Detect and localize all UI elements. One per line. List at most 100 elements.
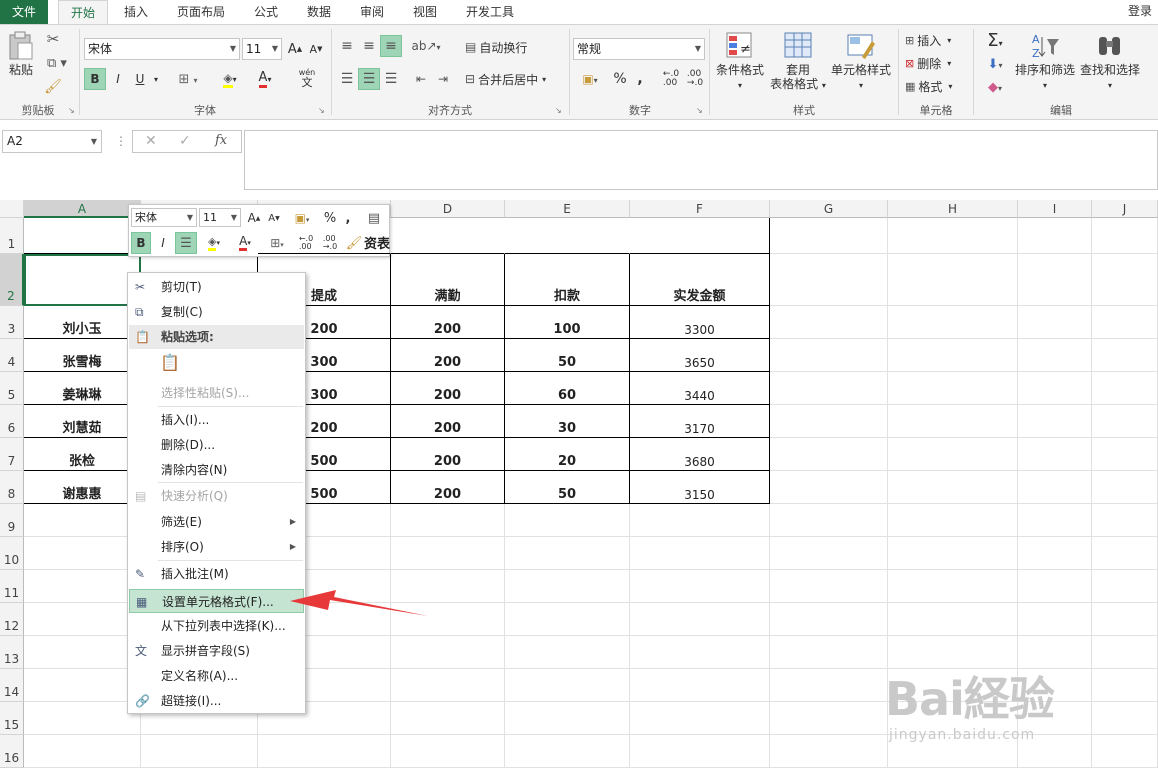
cell[interactable] xyxy=(888,372,1018,405)
row-header[interactable]: 10 xyxy=(0,537,24,570)
menu-item-cut[interactable]: ✂ 剪切(T) xyxy=(129,275,304,299)
cell[interactable] xyxy=(630,603,770,636)
header-cell[interactable]: 扣款 xyxy=(505,254,630,306)
cell[interactable] xyxy=(770,735,888,768)
menu-item-hyperlink[interactable]: 🔗 超链接(I)... xyxy=(129,689,304,713)
format-as-table-button[interactable]: 套用 表格格式 ▾ xyxy=(768,31,828,93)
cell[interactable] xyxy=(770,306,888,339)
menu-item-filter[interactable]: 筛选(E) ▶ xyxy=(129,510,304,534)
conditional-formatting-button[interactable]: ≠ 条件格式 ▾ xyxy=(712,31,768,93)
row-header[interactable]: 9 xyxy=(0,504,24,537)
cell[interactable] xyxy=(888,405,1018,438)
cell[interactable] xyxy=(630,669,770,702)
value-cell[interactable]: 200 xyxy=(391,372,505,405)
cell[interactable] xyxy=(505,636,630,669)
cell[interactable] xyxy=(770,702,888,735)
insert-function-icon[interactable]: fx xyxy=(215,133,227,148)
cell[interactable] xyxy=(24,570,141,603)
cell[interactable] xyxy=(888,339,1018,372)
cell[interactable] xyxy=(391,504,505,537)
cell[interactable] xyxy=(391,735,505,768)
tab-view[interactable]: 视图 xyxy=(403,0,447,24)
cell[interactable] xyxy=(770,254,888,306)
clipboard-launcher-icon[interactable]: ↘ xyxy=(68,106,75,115)
cell[interactable] xyxy=(888,254,1018,306)
cell[interactable] xyxy=(630,636,770,669)
value-cell[interactable]: 3170 xyxy=(630,405,770,438)
align-middle-button[interactable]: ≡ xyxy=(358,35,380,57)
formula-bar-grip-icon[interactable]: ⋮ xyxy=(115,134,127,148)
value-cell[interactable]: 60 xyxy=(505,372,630,405)
font-launcher-icon[interactable]: ↘ xyxy=(318,106,325,115)
cell[interactable] xyxy=(888,570,1018,603)
cell[interactable] xyxy=(1018,537,1092,570)
tab-review[interactable]: 审阅 xyxy=(350,0,394,24)
mini-fill-color-button[interactable]: ◈ ▾ xyxy=(199,232,229,254)
cell[interactable] xyxy=(770,537,888,570)
row-header[interactable]: 3 xyxy=(0,306,24,339)
paste-button[interactable]: 粘贴 xyxy=(4,31,38,77)
cell[interactable] xyxy=(1092,218,1158,254)
underline-button[interactable]: U xyxy=(130,68,150,90)
menu-item-clear-contents[interactable]: 清除内容(N) xyxy=(129,458,304,482)
decrease-font-button[interactable]: A ▼ xyxy=(306,39,326,59)
cell[interactable] xyxy=(1018,372,1092,405)
value-cell[interactable]: 30 xyxy=(505,405,630,438)
cell[interactable] xyxy=(1018,603,1092,636)
menu-item-insert[interactable]: 插入(I)... xyxy=(129,408,304,432)
cell[interactable] xyxy=(24,504,141,537)
cell[interactable] xyxy=(630,702,770,735)
column-header[interactable]: I xyxy=(1018,200,1092,218)
value-cell[interactable]: 200 xyxy=(391,339,505,372)
value-cell[interactable]: 3680 xyxy=(630,438,770,471)
cell[interactable] xyxy=(1092,603,1158,636)
value-cell[interactable]: 200 xyxy=(391,306,505,339)
cell[interactable] xyxy=(770,636,888,669)
underline-dropdown[interactable]: ▾ xyxy=(150,68,162,90)
value-cell[interactable]: 200 xyxy=(391,471,505,504)
accounting-format-button[interactable]: ▣▾ xyxy=(573,68,607,90)
enter-icon[interactable]: ✓ xyxy=(179,133,191,149)
cell[interactable] xyxy=(770,669,888,702)
mini-font-name-combo[interactable]: 宋体 ▼ xyxy=(131,208,197,227)
cell[interactable] xyxy=(1018,306,1092,339)
menu-item-quick-analysis[interactable]: ▤ 快速分析(Q) xyxy=(129,484,304,508)
cell[interactable] xyxy=(505,669,630,702)
active-cell[interactable] xyxy=(24,254,141,306)
column-header[interactable]: H xyxy=(888,200,1018,218)
tab-home[interactable]: 开始 xyxy=(58,0,108,24)
wrap-text-button[interactable]: ▤ 自动换行 xyxy=(462,36,542,58)
paste-option-keep-source-icon[interactable]: 📋 xyxy=(160,353,182,377)
cell-styles-button[interactable]: 单元格样式 ▾ xyxy=(830,31,892,93)
cell[interactable] xyxy=(391,570,505,603)
cell[interactable] xyxy=(1092,537,1158,570)
cell[interactable] xyxy=(24,537,141,570)
merge-center-button[interactable]: ⊟ 合并后居中 ▾ xyxy=(462,68,568,90)
cell[interactable] xyxy=(770,405,888,438)
column-header[interactable]: E xyxy=(505,200,630,218)
font-size-combo[interactable]: 11 ▼ xyxy=(242,38,282,60)
row-header[interactable]: 11 xyxy=(0,570,24,603)
cell[interactable] xyxy=(770,471,888,504)
cell[interactable] xyxy=(505,603,630,636)
name-cell[interactable]: 张雪梅 xyxy=(24,339,141,372)
value-cell[interactable]: 200 xyxy=(391,405,505,438)
value-cell[interactable]: 3440 xyxy=(630,372,770,405)
column-header[interactable]: G xyxy=(770,200,888,218)
comma-button[interactable]: , xyxy=(632,68,648,90)
cell[interactable] xyxy=(505,570,630,603)
fill-button[interactable]: ⬇▾ xyxy=(978,53,1012,75)
menu-item-delete[interactable]: 删除(D)... xyxy=(129,433,304,457)
cell[interactable] xyxy=(630,504,770,537)
cell[interactable] xyxy=(888,537,1018,570)
increase-font-button[interactable]: A ▲ xyxy=(285,39,305,59)
increase-indent-button[interactable]: ⇥ xyxy=(432,68,454,90)
cell[interactable] xyxy=(505,735,630,768)
align-center-button[interactable]: ☰ xyxy=(358,68,380,90)
cell[interactable] xyxy=(1018,570,1092,603)
align-bottom-button[interactable]: ≡ xyxy=(380,35,402,57)
copy-button[interactable]: ⧉ ▾ xyxy=(42,53,72,73)
clear-button[interactable]: ◆▾ xyxy=(978,76,1012,98)
cell[interactable] xyxy=(1092,570,1158,603)
tab-data[interactable]: 数据 xyxy=(297,0,341,24)
